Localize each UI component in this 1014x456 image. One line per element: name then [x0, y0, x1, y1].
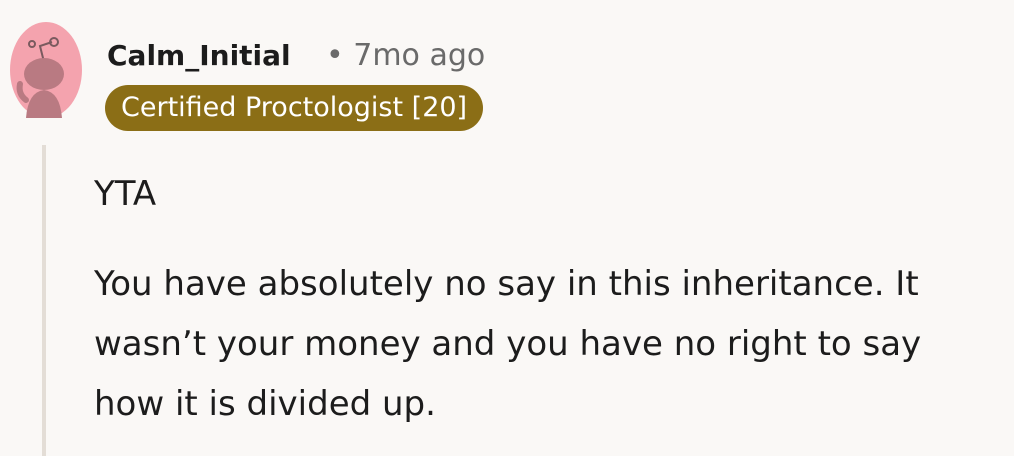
- comment-body: YTA You have absolutely no say in this i…: [94, 164, 999, 456]
- meta-separator: •: [326, 38, 344, 73]
- comment-meta: • 7mo ago: [326, 36, 485, 76]
- thread-collapse-line[interactable]: [42, 145, 46, 456]
- user-flair-badge: Certified Proctologist [20]: [105, 85, 484, 131]
- user-avatar[interactable]: [10, 22, 82, 118]
- comment-username[interactable]: Calm_Initial: [107, 36, 291, 76]
- comment-paragraph: You have absolutely no say in this inher…: [94, 264, 922, 424]
- comment-paragraph: YTA: [94, 174, 157, 214]
- snoo-avatar-icon: [10, 22, 82, 118]
- comment-timestamp[interactable]: 7mo ago: [353, 38, 485, 73]
